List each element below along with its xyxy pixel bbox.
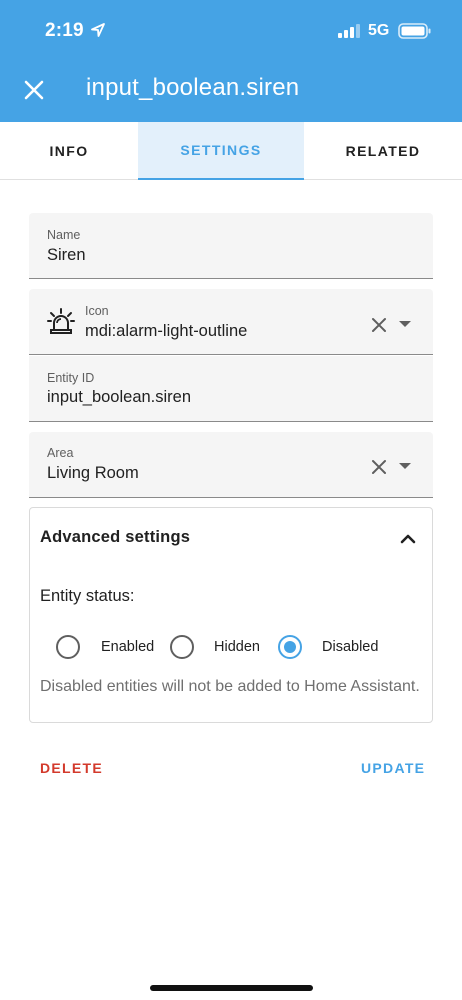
entity-id-field-value: input_boolean.siren bbox=[47, 388, 192, 406]
name-field-value: Siren bbox=[47, 246, 86, 264]
radio-disabled[interactable] bbox=[278, 635, 302, 659]
name-field-label: Name bbox=[47, 228, 81, 242]
location-arrow-icon bbox=[91, 23, 105, 37]
tab-related[interactable]: RELATED bbox=[304, 122, 462, 180]
area-field-label: Area bbox=[47, 446, 74, 460]
advanced-settings-panel: Advanced settings Entity status: Enabled… bbox=[29, 507, 433, 723]
delete-button[interactable]: DELETE bbox=[40, 760, 103, 776]
tab-bar: INFO SETTINGS RELATED bbox=[0, 122, 462, 180]
close-icon[interactable] bbox=[16, 72, 52, 108]
alarm-light-outline-icon bbox=[47, 308, 75, 334]
radio-hidden-label[interactable]: Hidden bbox=[214, 639, 260, 655]
disabled-help-text: Disabled entities will not be added to H… bbox=[40, 678, 420, 695]
area-picker-field[interactable]: Area Living Room bbox=[29, 432, 433, 498]
network-type: 5G bbox=[368, 22, 390, 39]
status-bar: 2:19 5G bbox=[0, 0, 462, 62]
entity-id-field-label: Entity ID bbox=[47, 371, 95, 385]
home-indicator bbox=[150, 985, 313, 991]
tab-info[interactable]: INFO bbox=[0, 122, 138, 180]
chevron-up-icon[interactable] bbox=[396, 528, 420, 548]
update-button[interactable]: UPDATE bbox=[361, 760, 425, 776]
dialog-title: input_boolean.siren bbox=[86, 74, 300, 101]
area-field-value: Living Room bbox=[47, 464, 139, 482]
status-time: 2:19 bbox=[45, 20, 84, 41]
advanced-settings-title[interactable]: Advanced settings bbox=[40, 528, 190, 547]
name-field[interactable]: Name Siren bbox=[29, 213, 433, 279]
icon-picker-field[interactable]: Icon mdi:alarm-light-outline bbox=[29, 289, 433, 355]
icon-field-value: mdi:alarm-light-outline bbox=[85, 322, 248, 340]
radio-enabled-label[interactable]: Enabled bbox=[101, 639, 154, 655]
radio-disabled-label[interactable]: Disabled bbox=[322, 639, 378, 655]
chevron-down-icon[interactable] bbox=[399, 321, 411, 327]
icon-field-label: Icon bbox=[85, 304, 109, 318]
cellular-signal-icon bbox=[338, 24, 360, 38]
tab-settings[interactable]: SETTINGS bbox=[138, 122, 304, 180]
radio-enabled[interactable] bbox=[56, 635, 80, 659]
entity-id-field[interactable]: Entity ID input_boolean.siren bbox=[29, 356, 433, 422]
clear-icon[interactable] bbox=[369, 315, 389, 335]
clear-icon[interactable] bbox=[369, 457, 389, 477]
app-bar: input_boolean.siren bbox=[0, 62, 462, 122]
entity-status-label: Entity status: bbox=[40, 587, 135, 605]
battery-icon bbox=[398, 23, 431, 39]
radio-hidden[interactable] bbox=[170, 635, 194, 659]
chevron-down-icon[interactable] bbox=[399, 463, 411, 469]
